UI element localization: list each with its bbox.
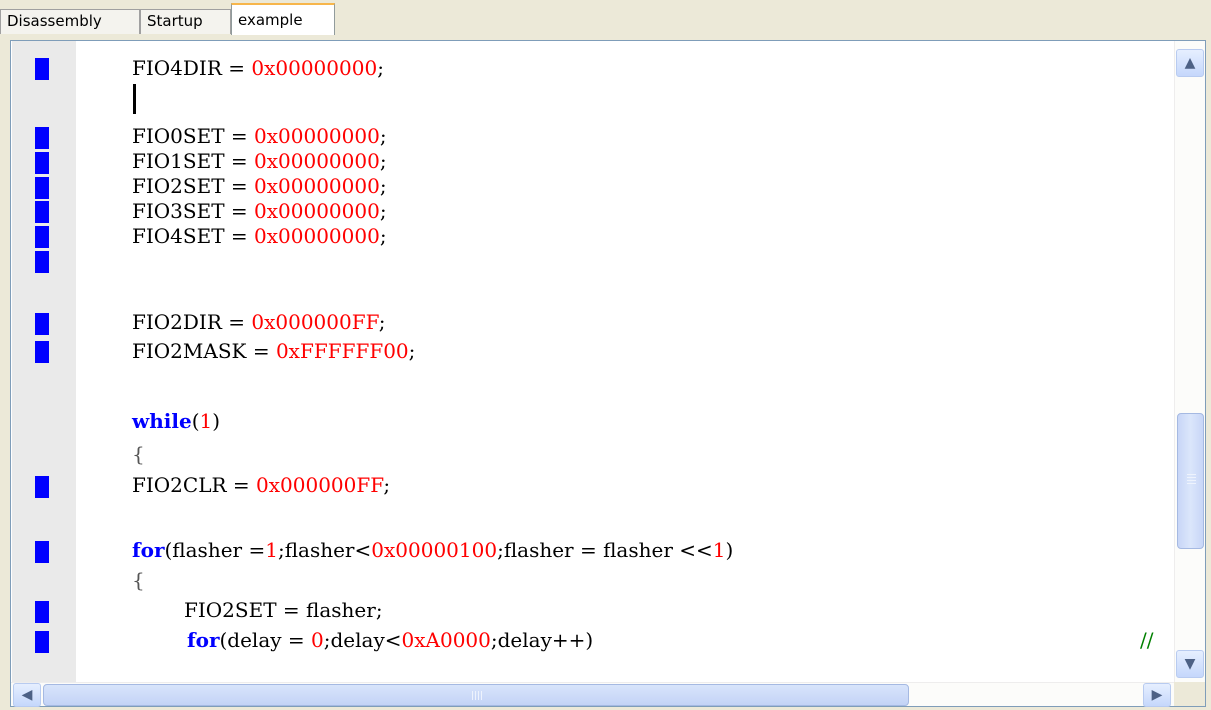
code-line: FIO4DIR = 0x00000000; (132, 53, 384, 83)
code-text: ; (383, 473, 391, 497)
scroll-up-button[interactable]: ▲ (1176, 49, 1204, 77)
tab-label: Disassembly (7, 12, 102, 30)
line-marker (35, 127, 49, 149)
tab-label: example (238, 11, 303, 29)
code-text: ;flasher = flasher << (497, 538, 713, 562)
code-line: while(1) (132, 406, 220, 436)
code-text: ; (379, 199, 387, 223)
line-marker (35, 601, 49, 623)
code-text: ; (408, 339, 416, 363)
line-marker (35, 341, 49, 363)
code-line: for(flasher =1;flasher<0x00000100;flashe… (132, 535, 733, 565)
vertical-scrollbar[interactable]: ▲ ▼ (1174, 41, 1205, 683)
comment: // (1140, 628, 1154, 652)
number-literal: 0xA0000 (401, 628, 491, 652)
scroll-down-button[interactable]: ▼ (1176, 650, 1204, 678)
number-literal: 0x00000000 (254, 174, 380, 198)
number-literal: 0x00000000 (254, 224, 380, 248)
code-text: ; (379, 124, 387, 148)
tab-example[interactable]: example (231, 3, 335, 35)
chevron-right-icon: ▶ (1151, 687, 1163, 703)
number-literal: 0x00000000 (251, 56, 378, 80)
line-marker (35, 631, 49, 653)
code-text: FIO2DIR = (132, 310, 252, 334)
chevron-left-icon: ◀ (21, 687, 33, 703)
keyword: for (187, 628, 220, 652)
horizontal-scrollbar[interactable]: ◀ ▶ (11, 682, 1175, 707)
number-literal: 0xFFFFFF00 (275, 339, 409, 363)
code-line: FIO2SET = flasher; (184, 595, 383, 625)
code-text: FIO4SET = (132, 224, 255, 248)
horizontal-scroll-thumb[interactable] (43, 684, 909, 706)
code-editor[interactable]: FIO4DIR = 0x00000000; FIO0SET = 0x000000… (10, 40, 1206, 707)
code-text: FIO2MASK = (132, 339, 276, 363)
tab-label: Startup (147, 12, 203, 30)
line-marker (35, 58, 49, 80)
code-text: ; (379, 224, 387, 248)
number-literal: 1 (199, 409, 213, 433)
scrollbar-corner (1174, 682, 1205, 706)
code-text: ; (378, 310, 386, 334)
number-literal: 0x00000100 (371, 538, 498, 562)
chevron-up-icon: ▲ (1184, 55, 1196, 71)
code-text: ;delay< (323, 628, 402, 652)
line-marker (35, 226, 49, 248)
code-text: FIO2CLR = (132, 473, 257, 497)
code-line: FIO4SET = 0x00000000; (132, 221, 387, 251)
code-line: { (132, 565, 145, 595)
code-line: FIO2MASK = 0xFFFFFF00; (132, 336, 415, 366)
code-text: ; (377, 56, 384, 80)
scroll-left-button[interactable]: ◀ (13, 683, 41, 707)
line-marker (35, 177, 49, 199)
code-line: FIO2DIR = 0x000000FF; (132, 307, 386, 337)
code-text: { (132, 442, 145, 466)
number-literal: 1 (265, 538, 278, 562)
number-literal: 1 (712, 538, 726, 562)
code-text: FIO2SET = (132, 174, 255, 198)
code-line: FIO2CLR = 0x000000FF; (132, 470, 390, 500)
number-literal: 0x000000FF (256, 473, 384, 497)
code-text: ) (212, 409, 221, 433)
number-literal: 0x00000000 (254, 124, 380, 148)
code-text: ; (379, 174, 387, 198)
code-text: (flasher = (164, 538, 266, 562)
code-text: FIO4DIR = (132, 56, 252, 80)
line-marker (35, 251, 49, 273)
code-text: ) (725, 538, 734, 562)
code-text: FIO3SET = (132, 199, 255, 223)
code-text: ; (379, 149, 387, 173)
code-text: ;delay++) (490, 628, 594, 652)
code-text: FIO1SET = (132, 149, 255, 173)
code-text: FIO0SET = (132, 124, 255, 148)
vertical-scroll-thumb[interactable] (1177, 413, 1204, 549)
code-text: { (132, 568, 145, 592)
line-marker (35, 476, 49, 498)
code-text: FIO2SET = flasher; (184, 598, 383, 622)
tab-disassembly[interactable]: Disassembly (0, 9, 140, 34)
code-area[interactable]: FIO4DIR = 0x00000000; FIO0SET = 0x000000… (77, 41, 1175, 683)
number-literal: 0x000000FF (251, 310, 379, 334)
code-line: { (132, 439, 145, 469)
code-text: ( (191, 409, 200, 433)
tab-bar: Disassembly Startup example (0, 0, 1211, 35)
code-line: for(delay = 0;delay<0xA0000;delay++) (187, 625, 593, 655)
keyword: while (132, 409, 192, 433)
tab-startup[interactable]: Startup (140, 9, 231, 34)
breakpoint-gutter[interactable] (12, 41, 76, 683)
number-literal: 0x00000000 (254, 199, 380, 223)
line-marker (35, 313, 49, 335)
number-literal: 0x00000000 (254, 149, 380, 173)
code-text: (delay = (219, 628, 312, 652)
line-marker (35, 152, 49, 174)
number-literal: 0 (311, 628, 324, 652)
scroll-right-button[interactable]: ▶ (1143, 683, 1171, 707)
keyword: for (132, 538, 165, 562)
line-marker (35, 541, 49, 563)
text-caret (133, 84, 136, 114)
chevron-down-icon: ▼ (1184, 656, 1196, 672)
line-marker (35, 201, 49, 223)
code-text: ;flasher< (277, 538, 372, 562)
